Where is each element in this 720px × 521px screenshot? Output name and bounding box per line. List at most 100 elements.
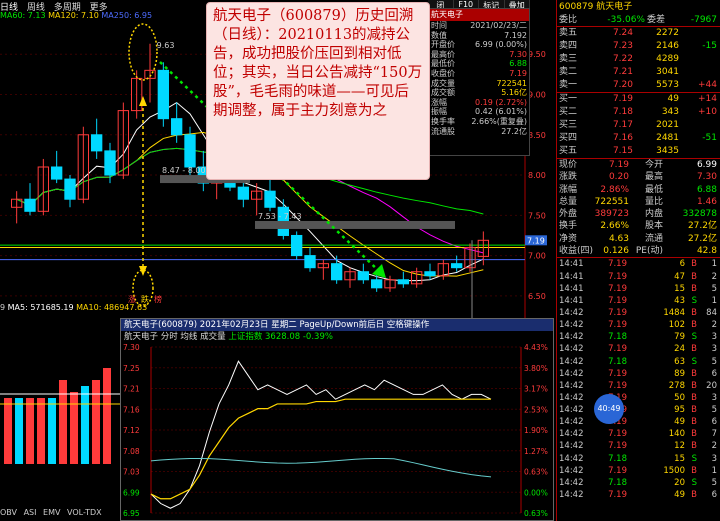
candle-body [331, 263, 343, 281]
stat-value: 27.2亿 [687, 221, 717, 232]
tick-row: 14:427.1950B3 [557, 392, 720, 404]
ask-volume: 2272 [656, 28, 679, 38]
tick-price: 7.18 [608, 477, 627, 488]
volume-bar [4, 398, 12, 464]
ask-change [679, 27, 717, 40]
tick-time: 14:42 [559, 307, 584, 318]
tick-count: 5 [711, 356, 717, 367]
tick-list[interactable]: 14:41 7.19 6 B 1 14:41 7.19 47 B 2 14:41 7.19 15 B 5 14… [557, 258, 720, 501]
period-tabs: 日线 周线 多周期 更多 [0, 0, 120, 13]
tick-time: 14:42 [559, 490, 584, 501]
info-key: 涨幅 [431, 97, 447, 107]
stat-value: 7.30 [696, 172, 717, 183]
intra-y-right: 4.43% [524, 343, 548, 352]
tick-side: B [691, 307, 697, 318]
y-tick-label: 9.00 [528, 91, 546, 100]
tab-emv[interactable]: EMV [43, 508, 60, 517]
bid-row[interactable]: 买三 7.17 2021 [557, 119, 720, 132]
stat-value: 7.19 [608, 160, 629, 170]
stat-value: 4.63 [608, 233, 629, 244]
tick-side: S [691, 356, 697, 367]
clock-badge: 40:49 [594, 394, 624, 424]
stat-value: 2.66% [600, 221, 629, 232]
tick-row: 14:41 7.19 15 B 5 [557, 283, 720, 295]
tick-row: 14:42 7.19 1484 B 84 [557, 307, 720, 319]
intra-y-right: 1.90% [524, 426, 548, 435]
stat-row: 现价 7.19 今开 6.99 [557, 159, 720, 171]
tick-time: 14:41 [559, 271, 584, 282]
bid-row[interactable]: 买二 7.18 343 +10 [557, 106, 720, 119]
tab-asi[interactable]: ASI [24, 508, 37, 517]
ask-row[interactable]: 卖一 7.20 5573 +44 [557, 79, 720, 92]
tick-row: 14:42 7.19 49 B 6 [557, 416, 720, 428]
ask-volume: 5573 [656, 80, 679, 90]
bid-change: +10 [698, 107, 717, 117]
y-tick-label: 8.00 [528, 171, 546, 180]
tick-time: 14:42 [559, 405, 584, 416]
tick-volume: 278 [668, 380, 685, 391]
candle-body [51, 166, 63, 180]
info-row: 数值 7.192 [429, 31, 529, 41]
ask-row[interactable]: 卖三 7.22 4289 [557, 53, 720, 66]
intraday-chart[interactable]: 7.30 4.43% 7.25 3.80% 7.21 3.17% 7.16 2.53% 7.12… [121, 343, 553, 521]
tick-side: B [691, 344, 697, 355]
bid-price: 7.18 [612, 107, 633, 117]
tick-price: 7.18 [608, 332, 627, 343]
volume-bar [103, 368, 111, 464]
marker-text: 榜 [154, 294, 162, 304]
info-row: 成交额 5.16亿 [429, 88, 529, 98]
info-key: 成交量 [431, 78, 455, 88]
tick-time: 14:42 [559, 417, 584, 428]
tick-side: S [691, 477, 697, 488]
tab-vol-tdx[interactable]: VOL-TDX [67, 508, 102, 517]
bid-price: 7.16 [612, 133, 633, 143]
tick-side: B [691, 417, 697, 428]
tick-side: B [691, 392, 697, 403]
stat-key: 股本 [644, 221, 663, 232]
tick-price: 7.19 [608, 295, 627, 306]
volume-bar [70, 392, 78, 464]
tick-count: 7 [711, 429, 717, 440]
tab-obv[interactable]: OBV [0, 508, 17, 517]
tick-count: 20 [706, 380, 717, 391]
tick-row: 14:42 7.19 24 B 3 [557, 343, 720, 355]
bid-row[interactable]: 买一 7.19 49 +14 [557, 93, 720, 106]
bid-label: 买二 [559, 107, 578, 117]
volume-bar [37, 398, 45, 464]
bid-row[interactable]: 买四 7.16 2481 -51 [557, 132, 720, 145]
intra-y-left: 7.21 [123, 385, 140, 394]
tick-time: 14:42 [559, 356, 584, 367]
bid-price: 7.17 [612, 120, 633, 130]
ask-volume: 4289 [656, 54, 679, 64]
ma60-label: MA60: 7.13 [0, 11, 46, 20]
bid-row[interactable]: 买五 7.15 3435 [557, 145, 720, 158]
intra-price-line [150, 360, 492, 509]
candle-body [357, 271, 369, 281]
bid-change [679, 145, 717, 158]
intra-y-right: 0.63% [524, 468, 548, 477]
bid-book: 买一 7.19 49 +14 买二 7.18 343 +10 买三 7.17 2021 买四 7.16 2… [557, 93, 720, 159]
tick-volume: 140 [668, 429, 685, 440]
tick-volume: 43 [674, 295, 685, 306]
intraday-popup[interactable]: 航天电子(600879) 2021年02月23日 星期二 PageUp/Down… [120, 318, 554, 521]
info-row: 时间 2021/02/23/二 [429, 21, 529, 31]
candle-body [171, 118, 183, 136]
intra-y-right: 0.63% [524, 509, 548, 518]
tick-side: B [691, 490, 697, 501]
info-value: 5.16亿 [501, 88, 527, 98]
bid-price: 7.19 [612, 94, 633, 104]
info-key: 开盘价 [431, 40, 455, 50]
intra-y-left: 6.95 [123, 509, 140, 518]
tick-count: 6 [711, 490, 717, 501]
candle-body [64, 178, 76, 200]
tick-volume: 20 [674, 477, 685, 488]
ask-row[interactable]: 卖四 7.23 2146 -15 [557, 40, 720, 53]
bid-label: 买一 [559, 94, 578, 104]
candle-body [157, 69, 170, 120]
tick-row: 14:42 7.18 20 S 5 [557, 477, 720, 489]
weibi-row: 委比 -35.06% 委差 -7967 [557, 14, 720, 27]
ask-row[interactable]: 卖五 7.24 2272 [557, 27, 720, 40]
indicator-tabs: OBV ASI EMV VOL-TDX [0, 508, 120, 521]
ask-row[interactable]: 卖二 7.21 3041 [557, 66, 720, 79]
tick-row: 14:42 7.19 49 B 6 [557, 489, 720, 501]
